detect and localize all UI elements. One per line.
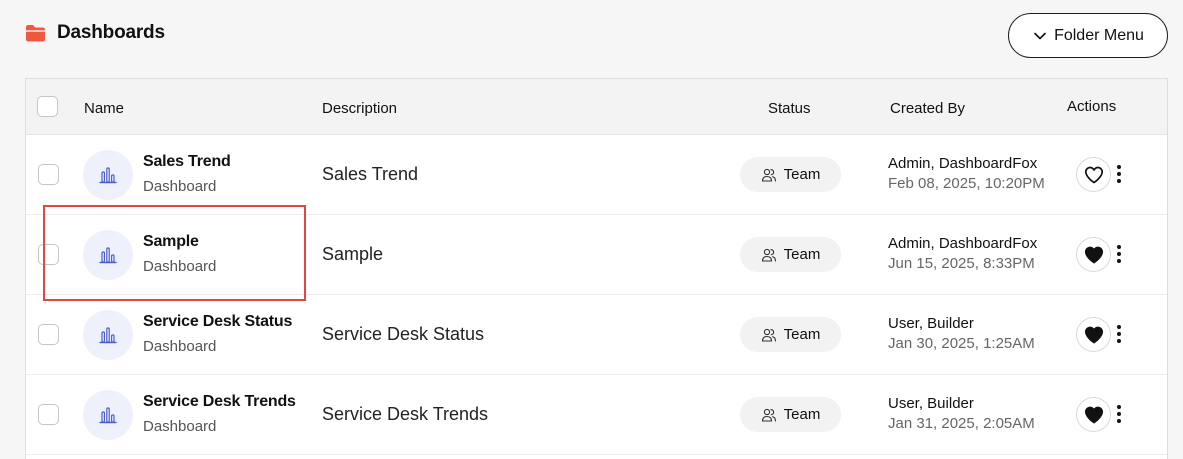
heart-icon [1084, 166, 1103, 183]
favorite-button[interactable] [1076, 157, 1111, 192]
status-badge: Team [740, 157, 841, 192]
dashboard-description: Service Desk Status [322, 324, 485, 344]
created-date: Jan 31, 2025, 2:05AM [888, 415, 1035, 432]
status-badge: Team [740, 237, 841, 272]
row-checkbox[interactable] [38, 164, 59, 185]
favorite-button[interactable] [1076, 397, 1111, 432]
name-cell: Sample Dashboard [143, 233, 216, 275]
column-header-name[interactable]: Name [84, 100, 124, 117]
kebab-dot [1117, 165, 1121, 169]
created-by-cell: User, Builder Jan 30, 2025, 1:25AM [888, 315, 1035, 352]
dashboard-name-link[interactable]: Service Desk Status [143, 313, 292, 331]
created-date: Jun 15, 2025, 8:33PM [888, 255, 1035, 272]
status-label: Team [783, 166, 821, 183]
kebab-dot [1117, 332, 1121, 336]
kebab-dot [1117, 259, 1121, 263]
select-all-checkbox[interactable] [37, 96, 58, 117]
dashboard-name-link[interactable]: Sales Trend [143, 153, 231, 171]
more-actions-button[interactable] [1114, 243, 1124, 265]
users-icon [761, 408, 776, 422]
column-header-description[interactable]: Description [322, 100, 397, 117]
heart-icon [1084, 246, 1103, 263]
name-cell: Service Desk Trends Dashboard [143, 393, 296, 435]
name-cell: Service Desk Status Dashboard [143, 313, 292, 355]
created-by-user: User, Builder [888, 395, 974, 412]
users-icon [761, 168, 776, 182]
dashboard-avatar[interactable] [83, 390, 133, 440]
kebab-dot [1117, 405, 1121, 409]
bar-chart-icon [99, 167, 117, 184]
created-date: Feb 08, 2025, 10:20PM [888, 175, 1045, 192]
more-actions-button[interactable] [1114, 323, 1124, 345]
dashboard-avatar[interactable] [83, 150, 133, 200]
dashboard-description: Sample [322, 244, 384, 264]
kebab-dot [1117, 325, 1121, 329]
dashboard-avatar[interactable] [83, 230, 133, 280]
bar-chart-icon [99, 327, 117, 344]
name-cell: Sales Trend Dashboard [143, 153, 231, 195]
dashboard-type: Dashboard [143, 178, 217, 195]
table-row[interactable]: Service Desk Trends Dashboard Service De… [26, 375, 1167, 455]
dashboard-name-link[interactable]: Service Desk Trends [143, 393, 296, 411]
status-label: Team [783, 326, 821, 343]
created-by-user: Admin, DashboardFox [888, 155, 1038, 172]
dashboard-type: Dashboard [143, 338, 217, 355]
status-label: Team [783, 406, 821, 423]
dashboard-avatar[interactable] [83, 310, 133, 360]
dashboard-name-link[interactable]: Sample [143, 233, 216, 251]
status-label: Team [783, 246, 821, 263]
column-header-created-by[interactable]: Created By [890, 100, 965, 117]
table-row[interactable]: Sample Dashboard Sample Team Admin, Dash… [26, 215, 1167, 295]
created-by-cell: User, Builder Jan 31, 2025, 2:05AM [888, 395, 1035, 432]
created-by-user: User, Builder [888, 315, 974, 332]
row-checkbox[interactable] [38, 324, 59, 345]
created-by-user: Admin, DashboardFox [888, 235, 1038, 252]
users-icon [761, 248, 776, 262]
heart-icon [1084, 406, 1103, 423]
favorite-button[interactable] [1076, 317, 1111, 352]
heart-icon [1084, 326, 1103, 343]
more-actions-button[interactable] [1114, 403, 1124, 425]
kebab-dot [1117, 412, 1121, 416]
page-header: Dashboards [25, 22, 165, 44]
table-body: Sales Trend Dashboard Sales Trend Team A… [26, 135, 1167, 455]
created-by-cell: Admin, DashboardFox Jun 15, 2025, 8:33PM [888, 235, 1037, 272]
bar-chart-icon [99, 407, 117, 424]
kebab-dot [1117, 245, 1121, 249]
kebab-dot [1117, 339, 1121, 343]
folder-menu-button[interactable]: Folder Menu [1008, 13, 1168, 58]
favorite-button[interactable] [1076, 237, 1111, 272]
kebab-dot [1117, 252, 1121, 256]
created-date: Jan 30, 2025, 1:25AM [888, 335, 1035, 352]
folder-icon [26, 25, 45, 42]
page-title: Dashboards [57, 22, 165, 43]
chevron-down-icon [1034, 32, 1046, 39]
more-actions-button[interactable] [1114, 163, 1124, 185]
table-row[interactable]: Sales Trend Dashboard Sales Trend Team A… [26, 135, 1167, 215]
row-checkbox[interactable] [38, 404, 59, 425]
table-header: Name Description Status Created By Actio… [26, 79, 1167, 135]
folder-menu-label: Folder Menu [1054, 26, 1144, 44]
column-header-actions: Actions [1067, 98, 1117, 115]
row-checkbox[interactable] [38, 244, 59, 265]
dashboard-type: Dashboard [143, 258, 217, 275]
created-by-cell: Admin, DashboardFox Feb 08, 2025, 10:20P… [888, 155, 1045, 192]
status-badge: Team [740, 397, 841, 432]
bar-chart-icon [99, 247, 117, 264]
users-icon [761, 328, 776, 342]
dashboard-type: Dashboard [143, 418, 217, 435]
dashboard-description: Service Desk Trends [322, 404, 489, 424]
table-row[interactable]: Service Desk Status Dashboard Service De… [26, 295, 1167, 375]
kebab-dot [1117, 419, 1121, 423]
kebab-dot [1117, 172, 1121, 176]
dashboards-table: Name Description Status Created By Actio… [25, 78, 1168, 459]
dashboards-page: Dashboards Folder Menu Name Description … [0, 0, 1183, 459]
status-badge: Team [740, 317, 841, 352]
kebab-dot [1117, 179, 1121, 183]
dashboard-description: Sales Trend [322, 164, 419, 184]
column-header-status[interactable]: Status [768, 100, 811, 117]
